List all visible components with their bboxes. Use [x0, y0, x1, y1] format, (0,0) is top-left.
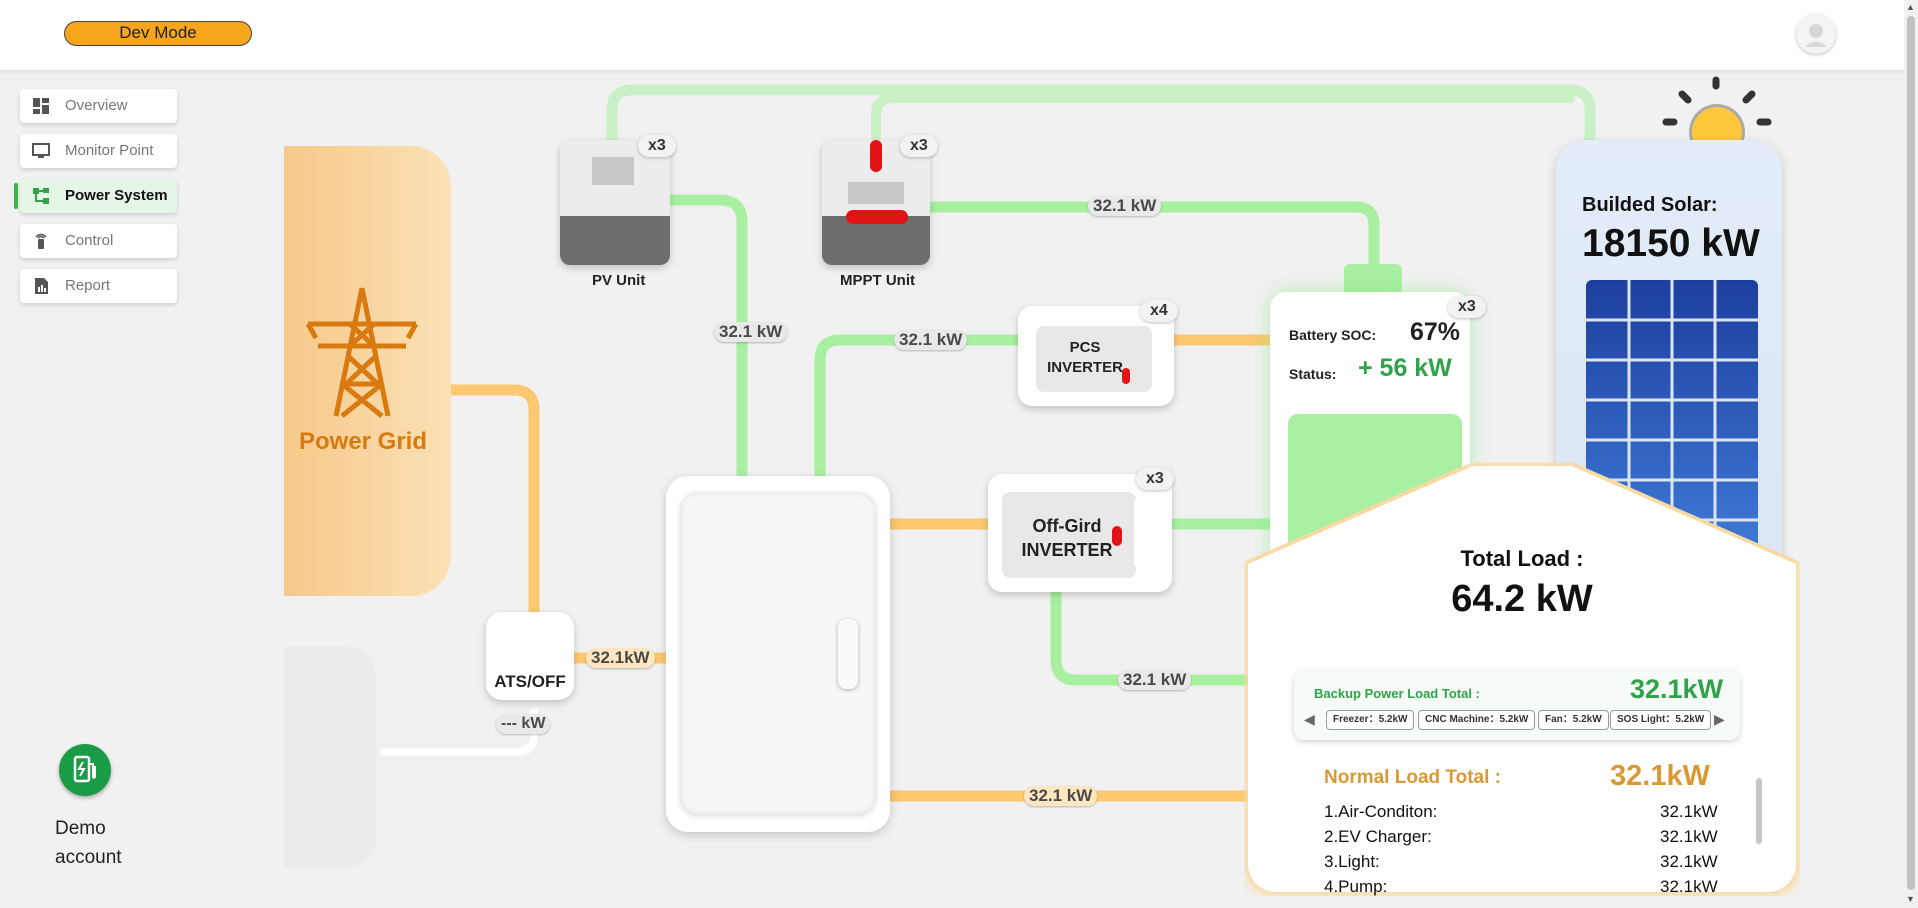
mppt-unit-device[interactable]	[822, 140, 930, 265]
secondary-source-block	[284, 646, 376, 868]
normal-load-item-value: 32.1kW	[1660, 827, 1718, 846]
offgrid-inverter-label-line1: Off-Gird	[1032, 516, 1102, 536]
page-scrollbar[interactable]: ▲ ▼	[1904, 0, 1918, 908]
normal-load-value: 32.1kW	[1610, 760, 1710, 792]
normal-load-scrollbar[interactable]	[1756, 778, 1762, 844]
backup-load-title: Backup Power Load Total :	[1314, 686, 1480, 701]
total-load-value: 64.2 kW	[1451, 578, 1593, 620]
flow-pv-to-cabinet: 32.1 kW	[714, 322, 788, 342]
pcs-inverter-label-line2: INVERTER	[1047, 359, 1123, 376]
scroll-up-icon[interactable]: ▲	[1906, 2, 1915, 12]
backup-next-button[interactable]: ▶	[1714, 711, 1725, 728]
power-grid-label: Power Grid	[298, 428, 428, 455]
battery-soc-value: 67%	[1410, 318, 1461, 346]
pcs-inverter-label-line1: PCS	[1069, 339, 1101, 356]
cabinet-to-pcs-wire	[814, 334, 1024, 482]
battery-count-badge: x3	[1448, 296, 1486, 318]
backup-item-chip: Fan：5.2kW	[1538, 710, 1609, 730]
backup-load-value: 32.1kW	[1630, 674, 1724, 704]
pv-unit-count-badge: x3	[638, 135, 676, 157]
normal-load-item-value: 32.1kW	[1660, 852, 1718, 871]
offgrid-inverter-count-badge: x3	[1136, 468, 1174, 490]
battery-status-label: Status:	[1289, 366, 1337, 382]
ats-label: ATS/OFF	[494, 672, 566, 691]
mppt-top-wire	[871, 93, 1575, 151]
total-load-title: Total Load :	[1460, 546, 1584, 571]
flow-ats-to-cabinet: 32.1kW	[586, 648, 655, 668]
backup-item-chip: SOS Light：5.2kW	[1610, 710, 1712, 730]
pcs-inverter-count-badge: x4	[1140, 300, 1178, 322]
ats-value-label: --- kW	[496, 714, 551, 734]
normal-load-title: Normal Load Total :	[1324, 767, 1501, 788]
mppt-unit-label: MPPT Unit	[840, 272, 915, 289]
solar-value: 18150 kW	[1582, 222, 1760, 265]
backup-prev-button[interactable]: ◀	[1304, 711, 1315, 728]
mppt-unit-count-badge: x3	[900, 135, 938, 157]
solar-title: Builded Solar:	[1582, 194, 1718, 216]
normal-load-item-name: 4.Pump:	[1324, 877, 1388, 896]
normal-load-item-name: 2.EV Charger:	[1324, 827, 1432, 846]
backup-item-chip: CNC Machine：5.2kW	[1418, 710, 1536, 730]
pcs-inverter-label: PCS INVERTER	[1036, 338, 1134, 378]
normal-load-item-value: 32.1kW	[1660, 877, 1718, 896]
power-tower-icon	[305, 287, 419, 418]
scroll-thumb[interactable]	[1907, 16, 1915, 890]
normal-load-item-name: 1.Air-Conditon:	[1324, 802, 1438, 821]
backup-item-chip: Freezer：5.2kW	[1326, 710, 1415, 730]
flow-cabinet-to-normal: 32.1 kW	[1024, 786, 1098, 806]
flow-mppt-to-battery: 32.1 kW	[1088, 196, 1162, 216]
cabinet-handle	[838, 619, 858, 689]
offgrid-inverter-label: Off-Gird INVERTER	[1002, 514, 1132, 562]
scroll-down-icon[interactable]: ▼	[1906, 894, 1915, 904]
battery-soc-label: Battery SOC:	[1289, 327, 1377, 343]
flow-offgrid-to-backup: 32.1 kW	[1118, 670, 1192, 690]
normal-load-item-name: 3.Light:	[1324, 852, 1380, 871]
pv-unit-device[interactable]	[560, 140, 670, 265]
offgrid-inverter-label-line2: INVERTER	[1021, 540, 1113, 560]
battery-status-value: + 56 kW	[1358, 354, 1452, 382]
pv-unit-label: PV Unit	[592, 272, 646, 289]
battery-terminal	[1344, 264, 1402, 292]
normal-load-item-value: 32.1kW	[1660, 802, 1718, 821]
flow-cabinet-to-pcs: 32.1 kW	[894, 330, 968, 350]
